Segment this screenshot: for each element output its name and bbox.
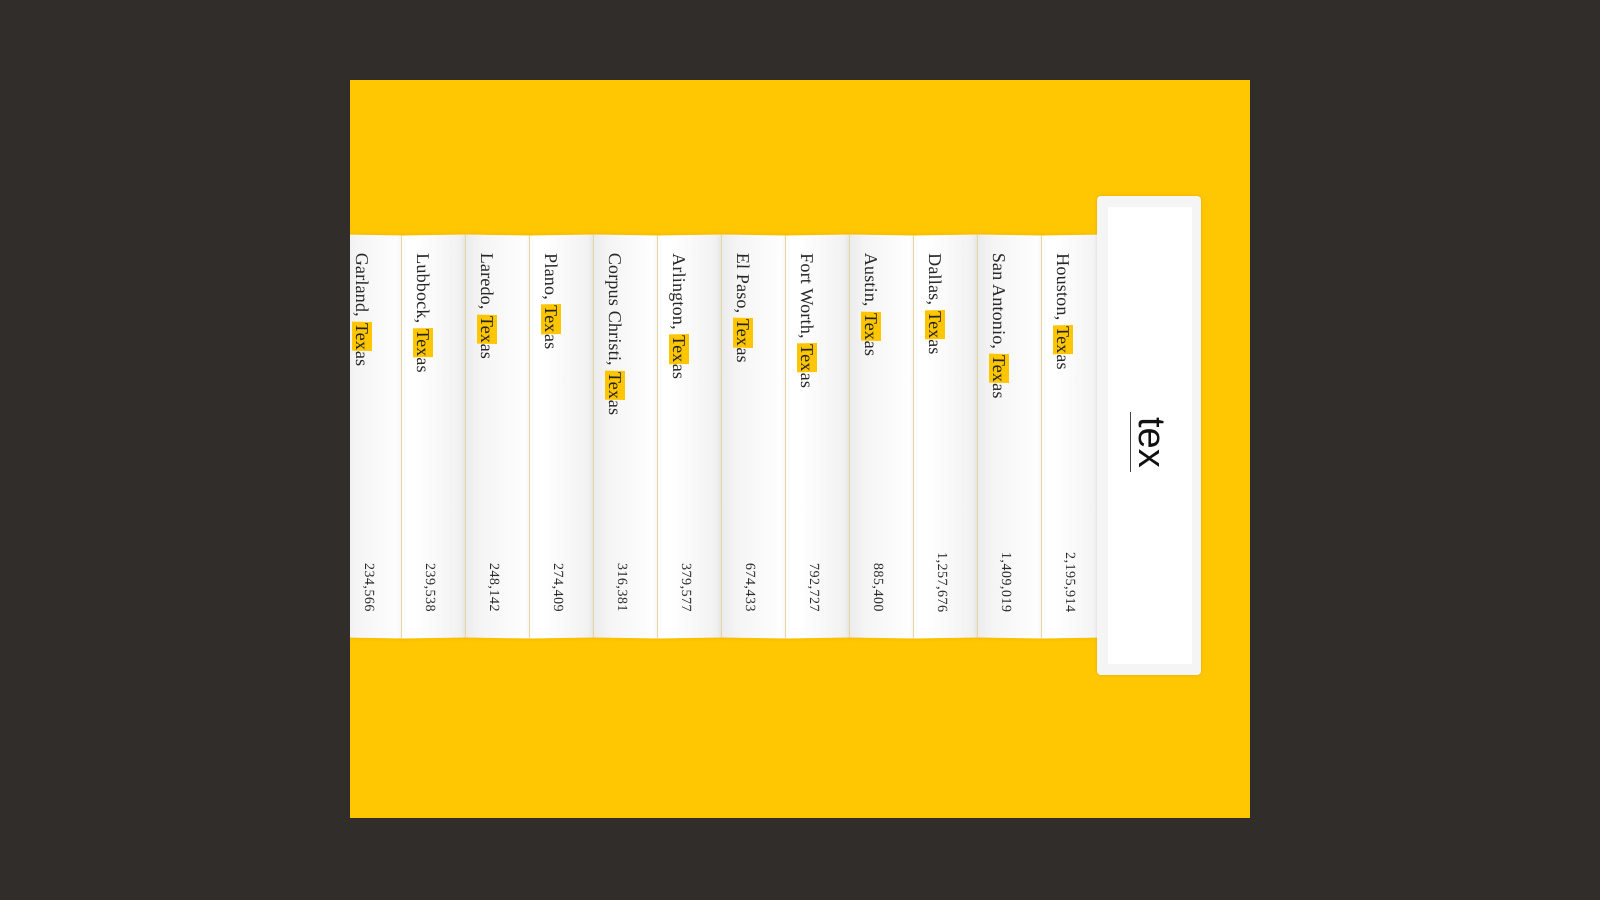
search-box[interactable]: tex — [1108, 207, 1192, 664]
result-city: Dallas, Texas — [925, 253, 945, 355]
result-city: Plano, Texas — [541, 253, 561, 350]
result-city: Laredo, Texas — [477, 252, 497, 360]
result-city: Garland, Texas — [352, 252, 372, 367]
result-card[interactable]: Fort Worth, Texas 792,727 — [785, 234, 851, 639]
match-highlight: Tex — [413, 327, 433, 358]
result-card[interactable]: San Antonio, Texas 1,409,019 — [977, 234, 1043, 639]
result-card[interactable]: Dallas, Texas 1,257,676 — [913, 234, 979, 639]
result-population: 792,727 — [806, 562, 821, 613]
result-card[interactable]: Corpus Christi, Texas 316,381 — [593, 234, 659, 639]
match-highlight: Tex — [797, 343, 817, 373]
result-card[interactable]: El Paso, Texas 674,433 — [721, 234, 787, 639]
result-population: 239,538 — [422, 562, 437, 613]
result-card[interactable]: Laredo, Texas 248,142 — [465, 234, 531, 639]
result-card[interactable]: Austin, Texas 885,400 — [849, 234, 915, 639]
result-city: El Paso, Texas — [733, 252, 753, 364]
search-input[interactable]: tex — [1130, 412, 1172, 472]
result-population: 379,577 — [678, 562, 693, 613]
result-population: 885,400 — [870, 562, 885, 613]
result-population: 1,257,676 — [934, 551, 949, 613]
match-highlight: Tex — [541, 304, 561, 335]
result-city: San Antonio, Texas — [989, 252, 1009, 399]
result-city: Lubbock, Texas — [413, 253, 433, 373]
search-stage: Garland, Texas 234,566 Lubbock, Texas 23… — [350, 80, 1250, 818]
result-city: Houston, Texas — [1053, 253, 1073, 370]
result-city: Fort Worth, Texas — [797, 253, 817, 389]
result-population: 248,142 — [486, 562, 501, 613]
result-card[interactable]: Garland, Texas 234,566 — [350, 234, 406, 639]
match-highlight: Tex — [605, 370, 625, 401]
match-highlight: Tex — [861, 311, 881, 341]
match-highlight: Tex — [477, 314, 497, 344]
result-population: 234,566 — [361, 562, 376, 613]
result-population: 1,409,019 — [998, 551, 1013, 613]
result-city: Corpus Christi, Texas — [605, 252, 625, 416]
result-population: 674,433 — [742, 562, 757, 613]
result-population: 2,195,914 — [1062, 551, 1077, 613]
match-highlight: Tex — [1053, 324, 1073, 355]
search-panel: tex — [1097, 196, 1201, 675]
result-population: 316,381 — [614, 562, 629, 613]
match-highlight: Tex — [352, 321, 372, 352]
result-card[interactable]: Plano, Texas 274,409 — [529, 234, 595, 639]
result-city: Austin, Texas — [861, 252, 881, 357]
result-card[interactable]: Arlington, Texas 379,577 — [657, 234, 723, 639]
match-highlight: Tex — [669, 334, 689, 364]
match-highlight: Tex — [733, 317, 753, 348]
result-city: Arlington, Texas — [669, 253, 689, 380]
match-highlight: Tex — [989, 353, 1009, 384]
match-highlight: Tex — [925, 309, 945, 340]
result-card[interactable]: Lubbock, Texas 239,538 — [401, 234, 467, 639]
result-population: 274,409 — [550, 562, 565, 613]
